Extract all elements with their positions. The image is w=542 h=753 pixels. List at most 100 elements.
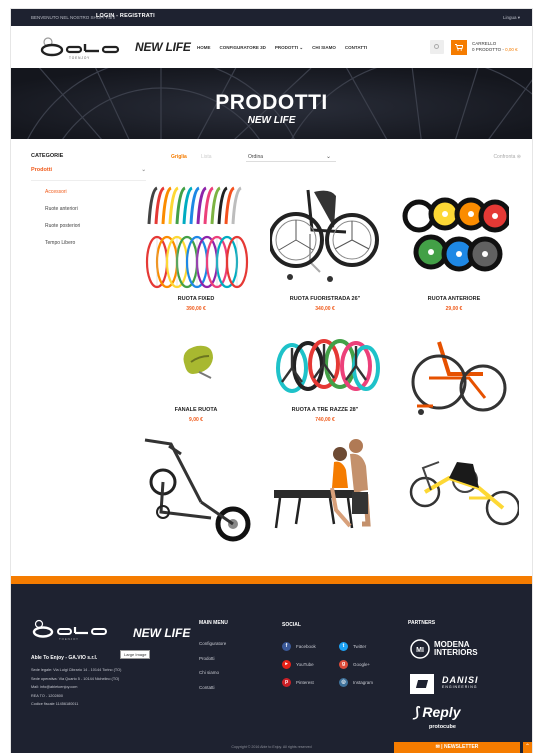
footer-menu: Configuratore Prodotti Chi siamo Contatt… <box>199 637 226 695</box>
product-name[interactable]: RUOTA ANTERIORE <box>399 296 509 302</box>
cart-icon <box>455 44 463 51</box>
product-card[interactable]: FANALE RUOTA 9,00 € <box>141 328 251 428</box>
product-image-handbike-attachment[interactable] <box>141 432 251 542</box>
product-image-ruota-fixed[interactable] <box>141 182 251 292</box>
svg-text:T O E N J O Y: T O E N J O Y <box>69 56 90 60</box>
partner-modena-interiors[interactable]: MI MODENA INTERIORS <box>410 639 494 659</box>
product-image-ruota-tre-razze[interactable] <box>270 328 380 403</box>
partner-sublabel: ENGINEERING <box>442 685 478 689</box>
nav-prodotti[interactable]: PRODOTTI ⌄ <box>275 45 303 51</box>
product-image-trike[interactable] <box>409 432 521 542</box>
large-image-tooltip: Large Image <box>120 650 151 659</box>
twitter-icon: t <box>339 642 348 651</box>
address-line: Codice fiscale 11456180011 <box>31 702 79 707</box>
main-nav: HOME CONFIGURATORE 3D PRODOTTI ⌄ CHI SIA… <box>197 45 367 51</box>
partner-label: DANISI <box>442 675 479 685</box>
facebook-icon: f <box>282 642 291 651</box>
able-logo[interactable]: T O E N J O Y <box>39 34 129 60</box>
product-card[interactable] <box>399 328 509 428</box>
search-button[interactable] <box>430 40 444 54</box>
social-label: Twitter <box>353 644 367 649</box>
sidebar-item-ruote-anteriori[interactable]: Ruote anteriori <box>31 206 146 212</box>
social-title: SOCIAL <box>282 622 301 628</box>
category-sidebar: CATEGORIE Prodotti ⌄ Accessori Ruote ant… <box>31 153 146 257</box>
product-name[interactable]: RUOTA FUORISTRADA 26" <box>270 296 380 302</box>
social-label: Instagram <box>353 680 374 685</box>
list-view-toggle[interactable]: Lista <box>201 154 212 160</box>
partner-danisi[interactable]: DANISI ENGINEERING <box>410 674 479 694</box>
product-image-fanale-ruota[interactable] <box>141 328 251 403</box>
product-name[interactable]: RUOTA FIXED <box>141 296 251 302</box>
grid-view-toggle[interactable]: Griglia <box>171 154 187 160</box>
social-facebook[interactable]: f Facebook <box>282 642 316 651</box>
cart-amount: 0,00 € <box>505 47 518 52</box>
sort-select[interactable]: Ordina ⌄ <box>246 152 336 162</box>
partners-title: PARTNERS <box>408 620 436 626</box>
cart-summary[interactable]: CARRELLO 0 PRODOTTO - 0,00 € <box>472 41 518 53</box>
social-label: Google+ <box>353 662 371 667</box>
sidebar-item-tempo-libero[interactable]: Tempo Libero <box>31 240 146 246</box>
partner-reply[interactable]: ⟆ Reply protocube <box>413 704 460 730</box>
sidebar-item-accessori[interactable]: Accessori <box>31 189 146 195</box>
youtube-icon: ▸ <box>282 660 291 669</box>
footer-accent-band <box>11 576 532 584</box>
nav-home[interactable]: HOME <box>197 45 211 51</box>
product-card[interactable] <box>409 432 521 552</box>
product-price: 29,00 € <box>445 306 463 312</box>
footer-link-prodotti[interactable]: Prodotti <box>199 652 226 667</box>
product-price: 340,00 € <box>315 306 335 312</box>
page: BENVENUTO NEL NOSTRO SHOP! Fai il LOGIN … <box>11 9 532 753</box>
address-line: REA TO - 1202800 <box>31 693 63 698</box>
product-image-ruota-fuoristrada[interactable] <box>268 182 380 292</box>
social-pinterest[interactable]: p Pinterest <box>282 678 314 687</box>
email-link[interactable]: Mail: info@abletoenjoy.com <box>31 683 201 692</box>
footer-link-chi-siamo[interactable]: Chi siamo <box>199 666 226 681</box>
footer-link-configuratore[interactable]: Configuratore <box>199 637 226 652</box>
product-card[interactable] <box>270 432 380 552</box>
product-card[interactable]: RUOTA ANTERIORE 29,00 € <box>399 182 512 312</box>
product-image-bench-couple[interactable] <box>270 432 380 542</box>
sort-select-value: Ordina <box>248 154 264 160</box>
category-prodotti-label: Prodotti <box>31 167 53 173</box>
chevron-up-icon: ⌃ <box>524 744 531 750</box>
language-selector[interactable]: Lingua ▾ <box>503 15 520 21</box>
compare-icon: ⊜ <box>516 154 521 160</box>
product-image-ruota-anteriore[interactable] <box>399 182 512 292</box>
header: T O E N J O Y NEW LIFE HOME CONFIGURATOR… <box>11 26 532 68</box>
sidebar-item-ruote-posteriori[interactable]: Ruote posteriori <box>31 223 146 229</box>
back-to-top-button[interactable]: ⌃ <box>523 742 532 753</box>
social-instagram[interactable]: ◎ Instagram <box>339 678 373 687</box>
social-youtube[interactable]: ▸ YouTube <box>282 660 314 669</box>
social-google-plus[interactable]: g Google+ <box>339 660 370 669</box>
product-name[interactable]: FANALE RUOTA <box>141 407 251 413</box>
product-card[interactable]: RUOTA FIXED 390,00 € <box>141 182 251 312</box>
runner-icon: ⟆ <box>413 704 419 720</box>
product-card[interactable] <box>141 432 251 552</box>
product-card[interactable]: RUOTA A TRE RAZZE 28" 740,00 € <box>270 328 380 428</box>
chevron-down-icon[interactable]: ⌄ <box>141 167 146 173</box>
partner-sublabel: protocube <box>429 724 456 730</box>
chevron-down-icon: ⌄ <box>299 45 304 50</box>
product-card[interactable]: RUOTA FUORISTRADA 26" 340,00 € <box>268 182 380 312</box>
hero-banner: PRODOTTI NEW LIFE <box>11 68 532 139</box>
product-name[interactable]: RUOTA A TRE RAZZE 28" <box>270 407 380 413</box>
newsletter-button[interactable]: ✉ | NEWSLETTER <box>394 742 520 753</box>
company-name: Able To Enjoy - GA.VIO s.r.l. <box>31 655 98 661</box>
top-bar: BENVENUTO NEL NOSTRO SHOP! Fai il LOGIN … <box>11 9 532 26</box>
login-register-link[interactable]: LOGIN - REGISTRATI <box>96 13 155 19</box>
nav-configuratore[interactable]: CONFIGURATORE 3D <box>220 45 266 51</box>
product-image-sport-wheelchair[interactable] <box>399 328 509 418</box>
page-subtitle: NEW LIFE <box>247 115 296 126</box>
cart-button[interactable] <box>451 40 467 55</box>
modena-interiors-logo: MI <box>410 639 430 659</box>
footer-able-logo[interactable]: T O E N J O Y <box>31 619 121 641</box>
footer-link-contatti[interactable]: Contatti <box>199 681 226 696</box>
compare-link[interactable]: Confronta ⊜ <box>493 154 521 160</box>
social-twitter[interactable]: t Twitter <box>339 642 366 651</box>
nav-contatti[interactable]: CONTATTI <box>345 45 367 51</box>
pinterest-icon: p <box>282 678 291 687</box>
newsletter-label: NEWSLETTER <box>443 744 479 750</box>
category-prodotti[interactable]: Prodotti ⌄ <box>31 167 146 181</box>
nav-chi-siamo[interactable]: CHI SIAMO <box>312 45 336 51</box>
reply-logo: ⟆ Reply <box>413 704 460 720</box>
